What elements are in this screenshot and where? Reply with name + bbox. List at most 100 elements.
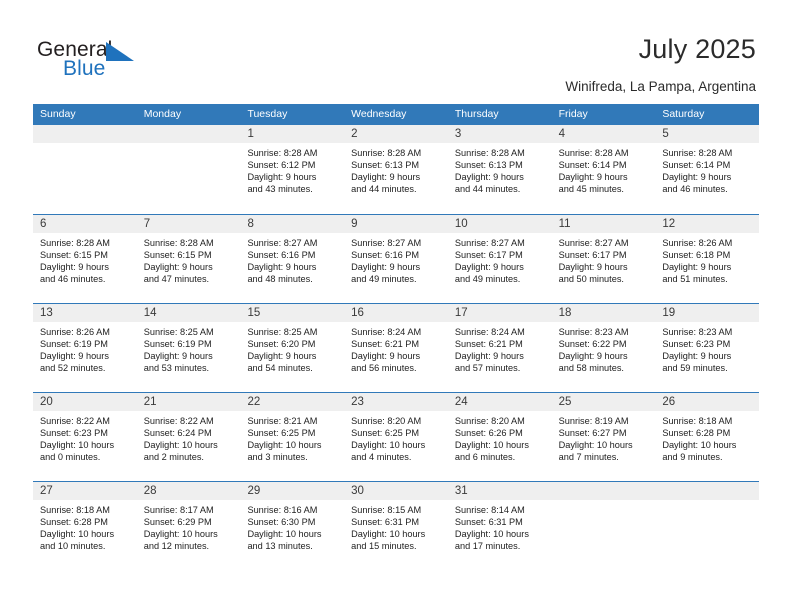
calendar-day-cell[interactable]: 16 Sunrise: 8:24 AM Sunset: 6:21 PM Dayligh…	[344, 304, 448, 392]
sunrise-text: Sunrise: 8:18 AM	[662, 416, 733, 426]
calendar-day-cell[interactable]: 23 Sunrise: 8:20 AM Sunset: 6:25 PM Dayligh…	[344, 393, 448, 481]
day-detail-text: Sunrise: 8:21 AM Sunset: 6:25 PM Daylight:…	[240, 411, 344, 464]
calendar-day-cell[interactable]: 1 Sunrise: 8:28 AM Sunset: 6:12 PM Daylight…	[240, 125, 345, 214]
day-number: 19	[662, 307, 676, 319]
daylight-text: Daylight: 9 hours	[351, 350, 421, 361]
day-number: 9	[351, 218, 358, 230]
sunrise-text: Sunrise: 8:24 AM	[454, 327, 525, 337]
sunset-text: Sunset: 6:21 PM	[454, 338, 523, 349]
sunrise-text: Sunrise: 8:16 AM	[247, 505, 318, 515]
sunrise-text: Sunrise: 8:28 AM	[40, 238, 110, 248]
calendar-page: General Blue July 2025 Winifreda, La Pam…	[0, 0, 792, 612]
daylight-text: Daylight: 10 hours	[662, 439, 737, 450]
daylight-text-cont: and 13 minutes.	[247, 540, 313, 551]
calendar-day-cell[interactable]: 3 Sunrise: 8:28 AM Sunset: 6:13 PM Daylight…	[447, 125, 552, 214]
calendar-day-cell[interactable]: 20 Sunrise: 8:22 AM Sunset: 6:23 PM Dayligh…	[33, 393, 137, 481]
day-number: 26	[662, 396, 676, 408]
sunset-text: Sunset: 6:28 PM	[40, 516, 108, 527]
day-detail-text: Sunrise: 8:22 AM Sunset: 6:23 PM Daylight:…	[33, 411, 137, 464]
sunrise-text: Sunrise: 8:28 AM	[351, 148, 422, 158]
day-number: 23	[351, 396, 364, 408]
day-number: 3	[454, 128, 462, 140]
sunset-text: Sunset: 6:18 PM	[662, 249, 731, 260]
calendar-day-cell-empty	[33, 125, 137, 214]
daylight-text: Daylight: 9 hours	[454, 171, 524, 182]
calendar-week-row: 27 Sunrise: 8:18 AM Sunset: 6:28 PM Dayligh…	[33, 481, 760, 570]
daylight-text: Daylight: 9 hours	[143, 350, 213, 361]
sunset-text: Sunset: 6:13 PM	[351, 159, 420, 170]
day-number-band: 6	[33, 215, 137, 233]
calendar-day-cell[interactable]: 27 Sunrise: 8:18 AM Sunset: 6:28 PM Dayligh…	[33, 482, 137, 570]
calendar-day-cell[interactable]: 18 Sunrise: 8:23 AM Sunset: 6:22 PM Dayligh…	[551, 304, 656, 392]
day-number-band: 28	[136, 482, 241, 500]
calendar-day-cell[interactable]: 7 Sunrise: 8:28 AM Sunset: 6:15 PM Daylight…	[136, 215, 241, 303]
page-header: General Blue July 2025 Winifreda, La Pam…	[0, 0, 792, 104]
calendar-day-cell[interactable]: 28 Sunrise: 8:17 AM Sunset: 6:29 PM Dayligh…	[136, 482, 241, 570]
calendar-day-cell[interactable]: 8 Sunrise: 8:27 AM Sunset: 6:16 PM Daylight…	[240, 215, 345, 303]
day-number: 22	[247, 396, 261, 408]
calendar-day-cell[interactable]: 5 Sunrise: 8:28 AM Sunset: 6:14 PM Daylight…	[655, 125, 760, 214]
sunrise-text: Sunrise: 8:15 AM	[351, 505, 422, 515]
daylight-text: Daylight: 9 hours	[351, 171, 421, 182]
sunset-text: Sunset: 6:17 PM	[454, 249, 523, 260]
day-number: 17	[454, 307, 468, 319]
calendar-day-cell[interactable]: 9 Sunrise: 8:27 AM Sunset: 6:16 PM Daylight…	[344, 215, 448, 303]
daylight-text: Daylight: 10 hours	[247, 528, 322, 539]
weekday-header-saturday: Saturday	[662, 108, 705, 120]
day-number-band: 12	[655, 215, 760, 233]
calendar-day-cell[interactable]: 29 Sunrise: 8:16 AM Sunset: 6:30 PM Dayligh…	[240, 482, 345, 570]
calendar-day-cell[interactable]: 17 Sunrise: 8:24 AM Sunset: 6:21 PM Dayligh…	[447, 304, 552, 392]
calendar-day-cell[interactable]: 26 Sunrise: 8:18 AM Sunset: 6:28 PM Dayligh…	[655, 393, 760, 481]
day-number-band: 18	[551, 304, 656, 322]
weekday-header-sunday: Sunday	[40, 108, 76, 120]
sunrise-text: Sunrise: 8:22 AM	[143, 416, 214, 426]
sunrise-text: Sunrise: 8:20 AM	[351, 416, 422, 426]
day-number-band: 10	[447, 215, 552, 233]
sunrise-text: Sunrise: 8:26 AM	[40, 327, 110, 337]
calendar-day-cell[interactable]: 2 Sunrise: 8:28 AM Sunset: 6:13 PM Daylight…	[344, 125, 448, 214]
weekday-header-row: Sunday Monday Tuesday Wednesday Thursday…	[33, 104, 759, 125]
day-number: 27	[40, 485, 53, 497]
calendar-day-cell[interactable]: 22 Sunrise: 8:21 AM Sunset: 6:25 PM Dayligh…	[240, 393, 345, 481]
day-number-band: 25	[551, 393, 656, 411]
calendar-day-cell[interactable]: 10 Sunrise: 8:27 AM Sunset: 6:17 PM Dayligh…	[447, 215, 552, 303]
daylight-text: Daylight: 10 hours	[247, 439, 322, 450]
day-number-band	[136, 125, 241, 143]
day-number-band: 7	[136, 215, 241, 233]
weekday-header-monday: Monday	[143, 108, 182, 120]
calendar-day-cell[interactable]: 4 Sunrise: 8:28 AM Sunset: 6:14 PM Daylight…	[551, 125, 656, 214]
calendar-day-cell[interactable]: 13 Sunrise: 8:26 AM Sunset: 6:19 PM Dayligh…	[33, 304, 137, 392]
sunset-text: Sunset: 6:16 PM	[247, 249, 316, 260]
daylight-text-cont: and 3 minutes.	[247, 451, 308, 462]
calendar-day-cell[interactable]: 12 Sunrise: 8:26 AM Sunset: 6:18 PM Dayligh…	[655, 215, 760, 303]
sunrise-text: Sunrise: 8:28 AM	[662, 148, 733, 158]
calendar-day-cell[interactable]: 30 Sunrise: 8:15 AM Sunset: 6:31 PM Dayligh…	[344, 482, 448, 570]
day-number-band: 27	[33, 482, 137, 500]
brand-logo[interactable]: General Blue	[37, 38, 237, 86]
calendar-day-cell[interactable]: 6 Sunrise: 8:28 AM Sunset: 6:15 PM Daylight…	[33, 215, 137, 303]
weekday-header-wednesday: Wednesday	[351, 108, 407, 120]
daylight-text: Daylight: 9 hours	[247, 350, 317, 361]
day-number-band: 22	[240, 393, 345, 411]
sunrise-text: Sunrise: 8:18 AM	[40, 505, 110, 515]
calendar-day-cell[interactable]: 25 Sunrise: 8:19 AM Sunset: 6:27 PM Dayligh…	[551, 393, 656, 481]
sunrise-text: Sunrise: 8:28 AM	[143, 238, 214, 248]
calendar-day-cell[interactable]: 14 Sunrise: 8:25 AM Sunset: 6:19 PM Dayligh…	[136, 304, 241, 392]
day-detail-text: Sunrise: 8:23 AM Sunset: 6:22 PM Daylight:…	[552, 322, 656, 375]
daylight-text-cont: and 9 minutes.	[662, 451, 723, 462]
calendar-day-cell[interactable]: 31 Sunrise: 8:14 AM Sunset: 6:31 PM Dayligh…	[447, 482, 552, 570]
daylight-text-cont: and 51 minutes.	[662, 273, 728, 284]
day-number: 31	[454, 485, 468, 497]
day-number-band: 16	[344, 304, 448, 322]
day-detail-text: Sunrise: 8:28 AM Sunset: 6:15 PM Daylight:…	[137, 233, 241, 286]
calendar-day-cell[interactable]: 21 Sunrise: 8:22 AM Sunset: 6:24 PM Dayligh…	[136, 393, 241, 481]
calendar-day-cell[interactable]: 15 Sunrise: 8:25 AM Sunset: 6:20 PM Dayligh…	[240, 304, 345, 392]
sunrise-text: Sunrise: 8:22 AM	[40, 416, 110, 426]
daylight-text-cont: and 56 minutes.	[351, 362, 417, 373]
daylight-text-cont: and 46 minutes.	[662, 183, 728, 194]
calendar-day-cell[interactable]: 24 Sunrise: 8:20 AM Sunset: 6:26 PM Dayligh…	[447, 393, 552, 481]
calendar-day-cell[interactable]: 19 Sunrise: 8:23 AM Sunset: 6:23 PM Dayligh…	[655, 304, 760, 392]
day-number-band: 4	[551, 125, 656, 143]
calendar-day-cell[interactable]: 11 Sunrise: 8:27 AM Sunset: 6:17 PM Dayligh…	[551, 215, 656, 303]
sunset-text: Sunset: 6:21 PM	[351, 338, 420, 349]
